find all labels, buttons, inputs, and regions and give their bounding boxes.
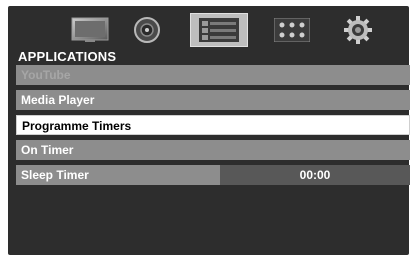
menu-tabs bbox=[8, 13, 409, 53]
menu-item-sleep-timer[interactable]: Sleep Timer 00:00 bbox=[16, 165, 410, 185]
section-title: APPLICATIONS bbox=[18, 49, 117, 64]
menu-item-label: YouTube bbox=[21, 68, 71, 82]
applications-menu: YouTube Media Player Programme Timers On… bbox=[16, 65, 410, 190]
setup-icon bbox=[274, 18, 310, 42]
menu-item-on-timer[interactable]: On Timer bbox=[16, 140, 410, 160]
menu-item-youtube[interactable]: YouTube bbox=[16, 65, 410, 85]
menu-item-programme-timers[interactable]: Programme Timers bbox=[16, 115, 410, 135]
settings-gear-icon bbox=[343, 15, 373, 45]
menu-item-media-player[interactable]: Media Player bbox=[16, 90, 410, 110]
tab-setup[interactable] bbox=[270, 13, 314, 47]
sound-icon bbox=[133, 16, 161, 44]
menu-item-label: Sleep Timer bbox=[21, 168, 89, 182]
tab-sound[interactable] bbox=[130, 13, 164, 47]
sleep-timer-value[interactable]: 00:00 bbox=[220, 165, 410, 185]
tv-menu-screen: APPLICATIONS YouTube Media Player Progra… bbox=[8, 6, 410, 255]
menu-item-label: On Timer bbox=[21, 143, 74, 157]
menu-item-label: Media Player bbox=[21, 93, 95, 107]
menu-item-label: Programme Timers bbox=[22, 119, 132, 133]
tab-settings[interactable] bbox=[338, 13, 378, 47]
applications-icon bbox=[199, 18, 239, 42]
tab-picture[interactable] bbox=[68, 13, 112, 47]
tab-applications[interactable] bbox=[190, 13, 248, 47]
picture-icon bbox=[71, 17, 109, 43]
